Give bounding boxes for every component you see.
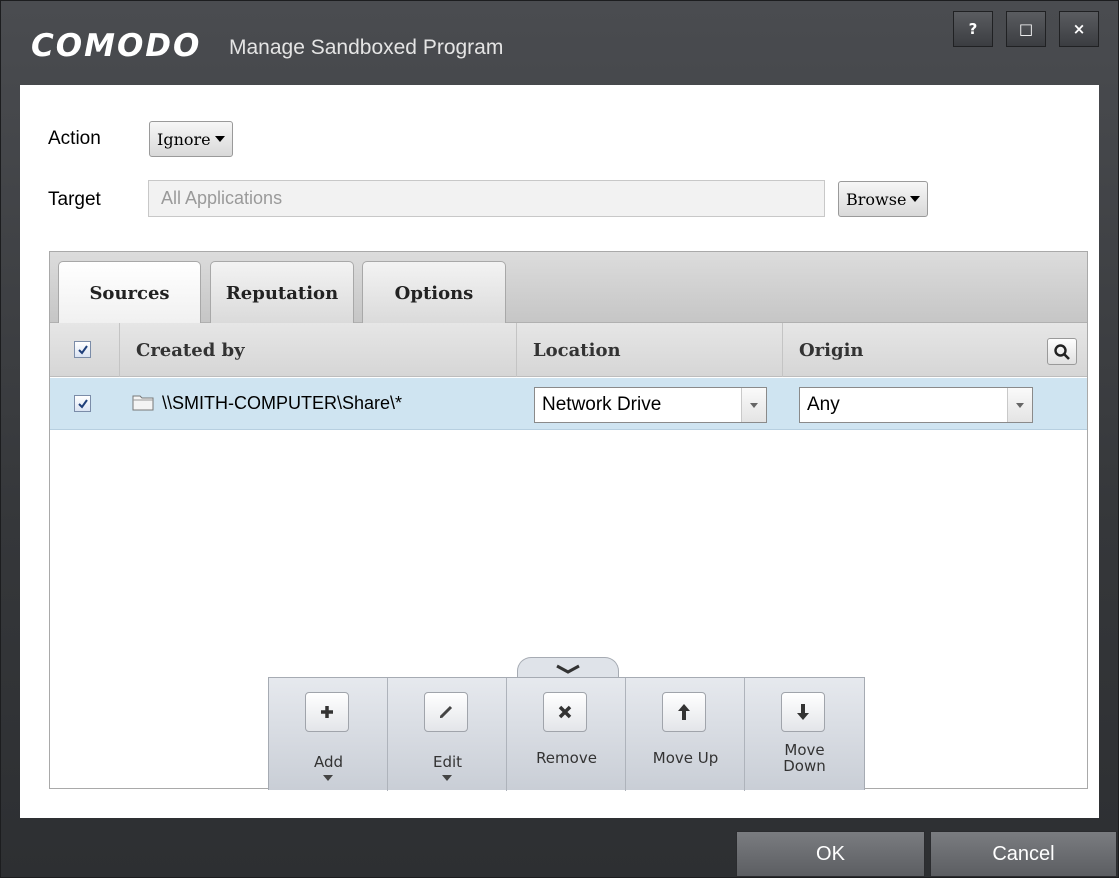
chevron-down-icon — [741, 388, 766, 422]
table-header: Created by Location Origin — [50, 323, 1087, 377]
move-down-button[interactable]: Move Down — [745, 678, 864, 791]
target-input[interactable]: All Applications — [148, 180, 825, 217]
check-icon — [77, 344, 88, 355]
row-checkbox[interactable] — [74, 395, 91, 412]
tab-options[interactable]: Options — [362, 261, 506, 324]
origin-value: Any — [807, 394, 840, 415]
window-title: Manage Sandboxed Program — [229, 36, 504, 59]
move-down-label-line1: Move — [784, 741, 825, 759]
column-created-by[interactable]: Created by — [120, 323, 517, 377]
created-by-path: \\SMITH-COMPUTER\Share\* — [162, 393, 403, 413]
target-label: Target — [48, 189, 101, 210]
chevron-down-icon — [214, 136, 225, 142]
chevron-down-icon — [910, 196, 921, 202]
comodo-logo: COMODO — [31, 28, 202, 64]
arrow-down-icon — [781, 692, 825, 732]
pencil-icon — [424, 692, 468, 732]
remove-x-icon — [543, 692, 587, 732]
action-value: Ignore — [157, 129, 211, 149]
location-value: Network Drive — [542, 394, 662, 415]
action-dropdown[interactable]: Ignore — [149, 121, 233, 157]
add-label: Add — [313, 753, 344, 771]
toolbar-collapse-handle[interactable] — [517, 657, 619, 679]
action-label: Action — [48, 128, 101, 149]
table-row[interactable]: \\SMITH-COMPUTER\Share\* Network Drive A… — [50, 378, 1087, 430]
move-up-label: Move Up — [652, 749, 719, 767]
add-button[interactable]: Add — [269, 678, 388, 791]
chevron-down-icon — [323, 775, 333, 781]
remove-button[interactable]: Remove — [507, 678, 626, 791]
action-toolbar: Add Edit Remove Move Up Move Down — [268, 677, 865, 791]
column-origin[interactable]: Origin — [783, 323, 1087, 377]
ok-button[interactable]: OK — [736, 831, 925, 877]
folder-icon — [132, 395, 154, 411]
check-icon — [77, 398, 88, 409]
browse-button[interactable]: Browse — [838, 181, 929, 217]
cancel-button[interactable]: Cancel — [930, 831, 1117, 877]
help-button[interactable]: ? — [953, 11, 993, 47]
dialog-window: COMODO Manage Sandboxed Program ? □ × Ac… — [0, 0, 1119, 878]
tab-bar: Sources Reputation Options — [50, 252, 1087, 325]
search-icon — [1054, 343, 1070, 360]
maximize-button[interactable]: □ — [1006, 11, 1046, 47]
select-all-checkbox[interactable] — [74, 341, 91, 358]
close-button[interactable]: × — [1059, 11, 1099, 47]
tab-sources[interactable]: Sources — [58, 261, 201, 325]
rules-panel: Sources Reputation Options Created by Lo… — [49, 251, 1088, 791]
column-location[interactable]: Location — [517, 323, 783, 377]
remove-label: Remove — [536, 749, 597, 767]
header-checkbox-cell — [50, 323, 120, 377]
edit-label: Edit — [432, 753, 463, 771]
chevron-down-icon — [442, 775, 452, 781]
title-bar: COMODO Manage Sandboxed Program ? □ × — [1, 1, 1118, 85]
plus-icon — [305, 692, 349, 732]
location-select[interactable]: Network Drive — [534, 387, 767, 423]
chevron-down-icon — [1007, 388, 1032, 422]
arrow-up-icon — [662, 692, 706, 732]
browse-label: Browse — [846, 189, 907, 209]
tab-reputation[interactable]: Reputation — [210, 261, 354, 324]
search-button[interactable] — [1047, 338, 1077, 365]
move-down-label-line2: Down — [783, 757, 826, 775]
origin-select[interactable]: Any — [799, 387, 1033, 423]
move-up-button[interactable]: Move Up — [626, 678, 745, 791]
dialog-content: Action Ignore Target All Applications Br… — [20, 85, 1099, 818]
chevron-down-icon — [556, 664, 580, 674]
edit-button[interactable]: Edit — [388, 678, 507, 791]
